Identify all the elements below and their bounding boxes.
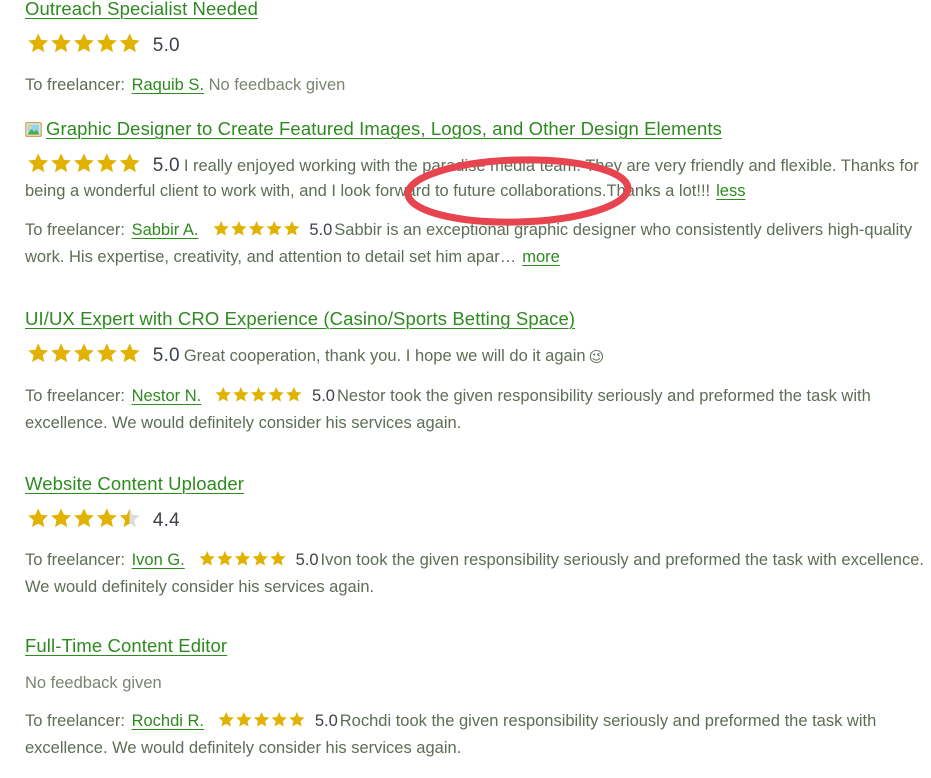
job-title-row: UI/UX Expert with CRO Experience (Casino… (25, 308, 925, 329)
freelancer-label: To freelancer: (25, 76, 125, 94)
feedback-less-toggle[interactable]: less (716, 182, 745, 200)
job-title-row: Graphic Designer to Create Featured Imag… (25, 118, 925, 139)
freelancer-feedback-line: To freelancer: Ivon G. 5.0 Ivon took the g… (25, 547, 925, 601)
freelancer-star-rating-icons (211, 220, 303, 237)
job-title-row: Full-Time Content Editor (25, 635, 925, 656)
job-review-block: Outreach Specialist Needed 5.0 To freelanc… (25, 0, 925, 99)
freelancer-no-feedback-text: No feedback given (208, 76, 346, 94)
job-review-block: Graphic Designer to Create Featured Imag… (25, 118, 925, 271)
freelancer-rating-value: 5.0 (309, 221, 333, 239)
job-rating-line: 5.0 Great cooperation, thank you. I hope … (25, 342, 925, 370)
star-rating-icons (25, 32, 144, 54)
freelancer-name-link[interactable]: Nestor N. (132, 387, 202, 405)
freelancer-name-link[interactable]: Ivon G. (132, 551, 185, 569)
freelancer-more-toggle[interactable]: more (522, 248, 560, 266)
freelancer-rating-value: 5.0 (314, 712, 338, 730)
wink-emoji-icon: 😉 (588, 349, 605, 366)
freelancer-name-link[interactable]: Raquib S. (132, 76, 204, 94)
job-title-link[interactable]: Full-Time Content Editor (25, 635, 227, 656)
freelancer-feedback-line: To freelancer: Rochdi R. 5.0 Rochdi took t… (25, 708, 925, 762)
freelancer-label: To freelancer: (25, 712, 125, 730)
no-feedback-text: No feedback given (25, 674, 162, 692)
job-title-row: Outreach Specialist Needed (25, 0, 925, 19)
review-feed-page: Outreach Specialist Needed 5.0 To freelanc… (0, 0, 931, 778)
client-feedback-text: Great cooperation, thank you. I hope we … (183, 347, 586, 365)
rating-value: 5.0 (152, 35, 180, 56)
rating-value: 5.0 (152, 155, 180, 176)
freelancer-rating-value: 5.0 (295, 551, 319, 569)
job-rating-line: 5.0 (25, 32, 925, 59)
job-title-link[interactable]: Graphic Designer to Create Featured Imag… (46, 118, 722, 139)
freelancer-label: To freelancer: (25, 387, 125, 405)
star-rating-icons (25, 507, 144, 529)
freelancer-feedback-line: To freelancer: Sabbir A. 5.0 Sabbir is an … (25, 217, 925, 271)
framed-picture-icon (25, 122, 46, 139)
freelancer-feedback-line: To freelancer: Nestor N. 5.0 Nestor took t… (25, 383, 925, 437)
freelancer-name-link[interactable]: Rochdi R. (132, 712, 204, 730)
freelancer-star-rating-icons (216, 711, 308, 728)
rating-value: 5.0 (152, 345, 180, 366)
job-rating-line: 4.4 (25, 507, 925, 534)
job-review-block: Full-Time Content Editor No feedback give… (25, 635, 925, 762)
job-review-block: Website Content Uploader 4.4 To freelancer… (25, 473, 925, 601)
freelancer-name-link[interactable]: Sabbir A. (132, 221, 199, 239)
rating-value: 4.4 (152, 510, 180, 531)
freelancer-rating-value: 5.0 (312, 387, 335, 405)
job-title-row: Website Content Uploader (25, 473, 925, 494)
job-rating-line: 5.0 I really enjoyed working with the par… (25, 152, 925, 204)
freelancer-label: To freelancer: (25, 551, 125, 569)
freelancer-star-rating-icons (197, 550, 289, 567)
star-rating-icons (25, 342, 144, 364)
job-review-block: UI/UX Expert with CRO Experience (Casino… (25, 308, 925, 437)
freelancer-feedback-line: To freelancer: Raquib S. No feedback giv… (25, 72, 925, 99)
freelancer-star-rating-icons (213, 386, 305, 403)
job-title-link[interactable]: Website Content Uploader (25, 473, 244, 494)
job-title-link[interactable]: Outreach Specialist Needed (25, 0, 258, 19)
job-title-link[interactable]: UI/UX Expert with CRO Experience (Casino… (25, 308, 575, 329)
freelancer-label: To freelancer: (25, 221, 125, 239)
star-rating-icons (25, 152, 144, 174)
